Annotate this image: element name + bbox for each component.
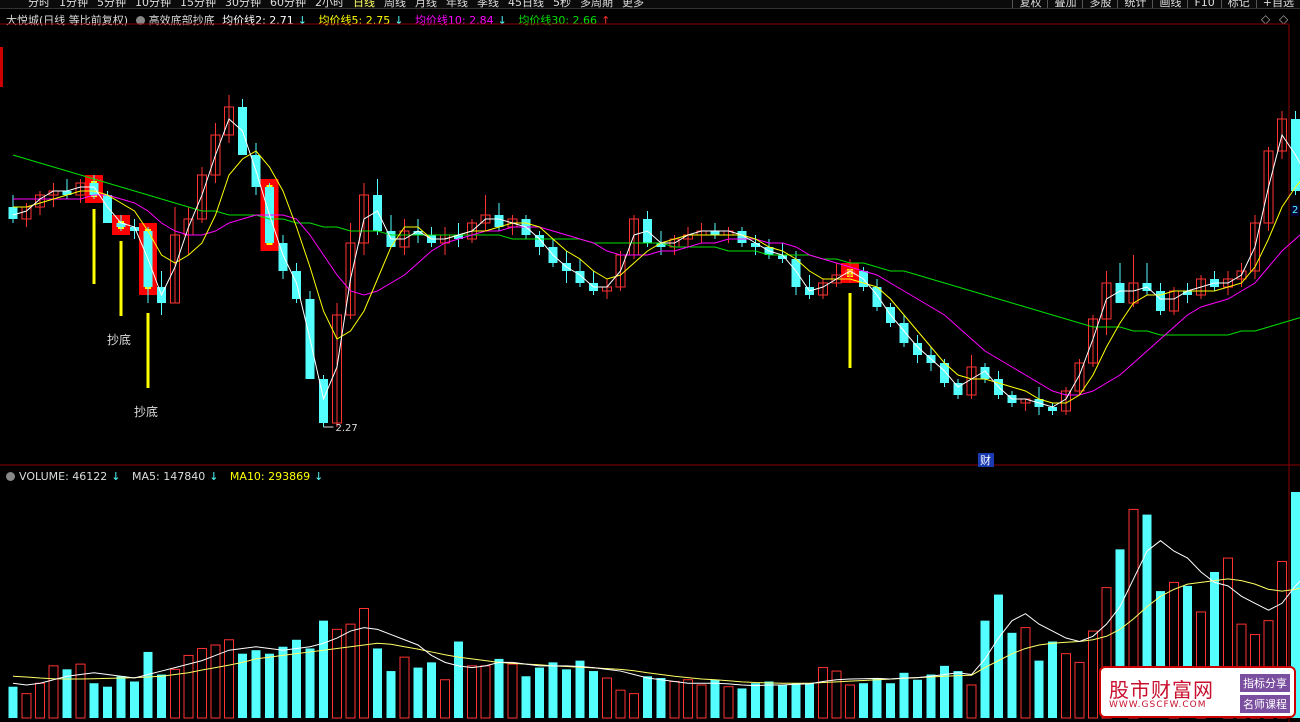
volume-bar-41	[562, 669, 571, 718]
signal-label-2: 抄底	[134, 404, 158, 419]
volume-bar-59	[805, 683, 814, 718]
volume-bar-20	[278, 646, 288, 718]
volume-bar-33	[454, 641, 463, 718]
candle-body-67	[913, 343, 922, 355]
candle-body-66	[899, 323, 909, 343]
volume-bar-63	[859, 683, 868, 718]
volume-bar-62	[845, 684, 855, 719]
kline-chart[interactable]: 抄底抄底3.142.27财	[0, 0, 1300, 722]
volume-bar-57	[778, 684, 787, 718]
volume-bar-18	[251, 650, 261, 718]
volume-bar-12	[170, 668, 180, 719]
volume-bar-50	[683, 679, 693, 719]
candle-body-52	[710, 231, 720, 235]
volume-bar-65	[886, 683, 895, 718]
watermark-url: WWW.GSCFW.COM	[1109, 700, 1207, 710]
volume-bar-77	[1048, 641, 1057, 718]
volume-bar-71	[966, 684, 977, 719]
candle-body-77	[1048, 407, 1057, 411]
volume-bar-76	[1034, 660, 1044, 718]
volume-bar-53	[723, 686, 734, 719]
signal-label-1: 抄底	[107, 332, 131, 347]
volume-bar-73	[994, 594, 1003, 718]
volume-bar-36	[494, 658, 504, 718]
volume-bar-64	[872, 678, 882, 718]
volume-bar-67	[913, 679, 922, 718]
left-edge-marker	[0, 47, 3, 87]
volume-bar-25	[345, 623, 356, 719]
volume-bar-26	[359, 607, 369, 719]
volume-bar-74	[1007, 632, 1017, 718]
volume-bar-30	[413, 667, 423, 718]
watermark-name: 股市财富网	[1109, 678, 1214, 702]
volume-bar-24	[332, 628, 342, 719]
candle-body-7	[103, 195, 112, 223]
volume-bar-28	[386, 671, 396, 718]
volume-bar-58	[791, 683, 801, 718]
volume-bar-43	[589, 671, 598, 718]
watermark-tag-indicator: 指标分享	[1240, 674, 1290, 692]
low-price-label: 2.27	[336, 423, 358, 434]
cai-marker-label: 财	[980, 453, 991, 467]
volume-bar-34	[467, 665, 477, 719]
candle-body-6	[89, 183, 99, 195]
volume-bar-48	[656, 678, 666, 718]
volume-bar-68	[926, 674, 936, 718]
volume-bar-49	[669, 680, 680, 719]
volume-bar-46	[629, 693, 639, 719]
watermark-tag-course: 名师课程	[1240, 695, 1290, 713]
volume-bar-5	[75, 663, 86, 719]
right-axis-tick: 2	[1291, 205, 1300, 216]
volume-bar-23	[319, 620, 328, 718]
volume-bar-29	[399, 656, 410, 719]
volume-bar-70	[953, 671, 963, 718]
volume-bar-56	[764, 681, 774, 718]
volume-bar-10	[143, 651, 153, 718]
volume-bar-39	[535, 667, 544, 718]
volume-bar-52	[710, 679, 720, 718]
volume-bar-60	[818, 667, 828, 719]
volume-bar-55	[751, 683, 760, 718]
volume-bar-45	[615, 689, 626, 719]
volume-bar-27	[373, 648, 382, 718]
volume-bar-37	[507, 663, 518, 719]
volume-bar-80	[1088, 630, 1098, 719]
volume-bar-32	[440, 679, 450, 719]
volume-bar-79	[1074, 661, 1085, 719]
volume-bar-6	[89, 683, 99, 718]
volume-bar-54	[737, 688, 747, 718]
volume-bar-31	[427, 662, 436, 718]
candle-body-0	[8, 207, 18, 219]
volume-bar-3	[48, 665, 59, 719]
volume-bar-2	[35, 682, 45, 719]
volume-bar-78	[1061, 653, 1071, 719]
candle-body-36	[494, 215, 504, 227]
volume-bar-42	[575, 660, 585, 718]
volume-bar-9	[130, 681, 139, 718]
volume-bar-7	[103, 686, 112, 718]
volume-bar-44	[602, 677, 612, 719]
volume-bar-61	[831, 670, 842, 719]
watermark-badge: 股市财富网 WWW.GSCFW.COM 指标分享 名师课程	[1099, 666, 1296, 718]
volume-bar-47	[643, 676, 652, 718]
volume-bar-1	[21, 693, 32, 719]
volume-bar-11	[157, 674, 166, 718]
candle-body-58	[791, 259, 801, 287]
ma2-line	[12, 118, 1300, 408]
volume-bar-21	[292, 639, 301, 718]
volume-bar-66	[899, 672, 909, 718]
volume-bar-0	[8, 686, 18, 718]
volume-bar-8	[116, 676, 126, 718]
volume-bar-75	[1020, 627, 1031, 719]
volume-bar-19	[265, 653, 274, 718]
volume-bar-22	[305, 648, 315, 718]
volume-bar-35	[480, 665, 491, 719]
volume-bar-51	[696, 684, 707, 719]
volume-bar-38	[521, 676, 531, 718]
volume-bar-40	[548, 662, 558, 718]
